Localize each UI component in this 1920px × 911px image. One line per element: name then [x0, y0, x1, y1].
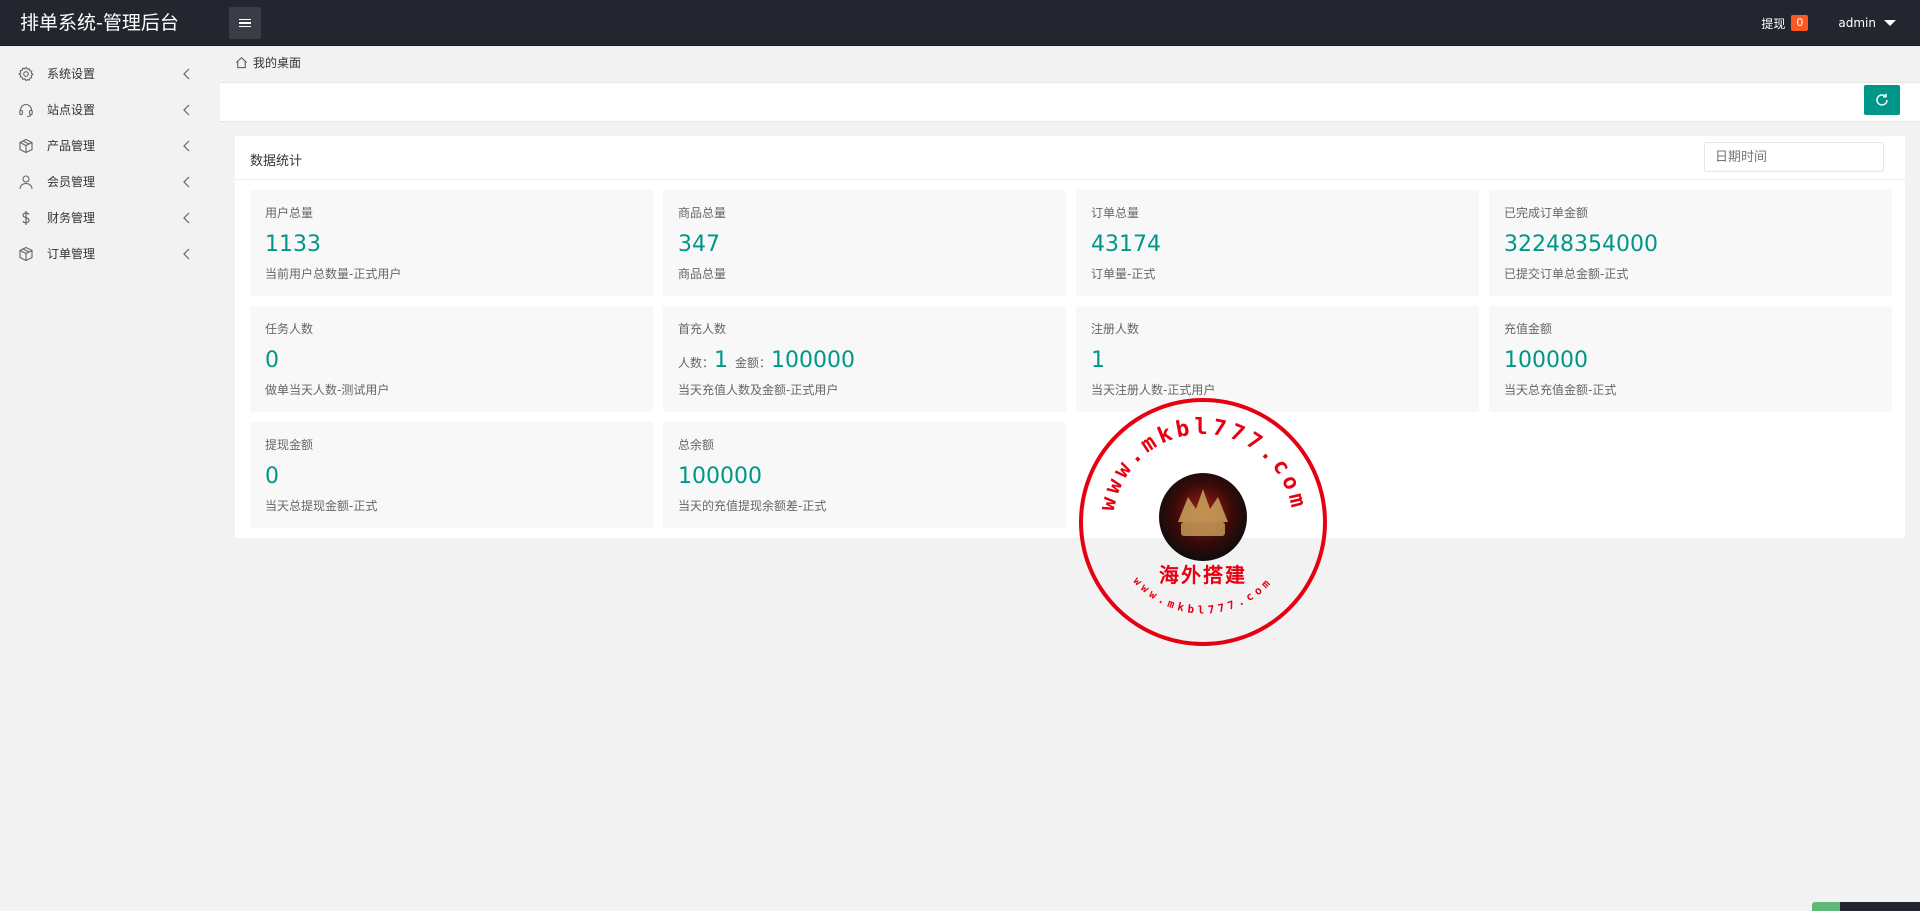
breadcrumb: 我的桌面	[235, 54, 301, 71]
caret-down-icon	[1884, 20, 1896, 26]
headset-icon	[18, 102, 34, 118]
stat-card-total-balance: 总余额 100000 当天的充值提现余额差-正式	[663, 422, 1066, 528]
sidebar-item-system-settings[interactable]: 系统设置	[0, 56, 220, 92]
stat-card-value: 32248354000	[1504, 232, 1658, 257]
stat-card-total-products: 商品总量 347 商品总量	[663, 190, 1066, 296]
stat-card-desc: 已提交订单总金额-正式	[1504, 267, 1629, 281]
box-icon	[18, 246, 34, 262]
stat-card-desc: 当天总充值金额-正式	[1504, 383, 1617, 397]
stat-card-desc: 当天注册人数-正式用户	[1091, 383, 1216, 397]
sidebar-item-label: 站点设置	[47, 103, 96, 117]
stat-card-title: 用户总量	[265, 206, 314, 220]
stat-card-value: 1	[1091, 348, 1105, 373]
user-icon	[18, 174, 34, 190]
chevron-left-icon	[182, 248, 192, 260]
watermark-text: 海外搭建	[1159, 563, 1247, 587]
stat-card-desc: 订单量-正式	[1091, 267, 1156, 281]
app-logo: 排单系统-管理后台	[20, 12, 179, 34]
people-value: 1	[714, 348, 729, 373]
corner-bar	[1840, 902, 1920, 911]
refresh-icon	[1876, 93, 1888, 106]
breadcrumb-current[interactable]: 我的桌面	[253, 54, 301, 71]
sidebar-item-label: 产品管理	[47, 139, 96, 153]
panel-header: 数据统计	[235, 136, 1905, 180]
sidebar-item-label: 会员管理	[47, 175, 96, 189]
stat-card-value: 100000	[678, 464, 762, 489]
sidebar: 系统设置 站点设置 产品管理 会员管理 财务管理 订单管理	[0, 46, 220, 911]
top-header: 排单系统-管理后台 提现 0 admin	[0, 0, 1920, 46]
menu-toggle-button[interactable]	[229, 7, 261, 39]
stat-card-value: 0	[265, 348, 279, 373]
stats-panel: 数据统计 用户总量 1133 当前用户总数量-正式用户 商品总量 347 商品总…	[235, 136, 1905, 538]
stat-card-title: 充值金额	[1504, 322, 1553, 336]
home-icon	[235, 56, 248, 69]
stat-card-total-users: 用户总量 1133 当前用户总数量-正式用户	[250, 190, 653, 296]
amount-value: 100000	[771, 348, 856, 373]
stat-card-recharge-amount: 充值金额 100000 当天总充值金额-正式	[1489, 306, 1892, 412]
chevron-left-icon	[182, 212, 192, 224]
toolbar	[220, 82, 1920, 122]
user-menu[interactable]: admin	[1838, 16, 1896, 30]
stat-card-title: 首充人数	[678, 322, 727, 336]
stat-card-desc: 当天总提现金额-正式	[265, 499, 378, 513]
stat-card-completed-order-amount: 已完成订单金额 32248354000 已提交订单总金额-正式	[1489, 190, 1892, 296]
chevron-left-icon	[182, 176, 192, 188]
sidebar-item-finance-management[interactable]: 财务管理	[0, 200, 220, 236]
corner-tab	[1812, 902, 1840, 911]
sidebar-item-site-settings[interactable]: 站点设置	[0, 92, 220, 128]
sidebar-item-order-management[interactable]: 订单管理	[0, 236, 220, 272]
sidebar-item-label: 订单管理	[47, 247, 96, 261]
panel-title: 数据统计	[250, 154, 303, 169]
stat-card-title: 商品总量	[678, 206, 727, 220]
refresh-button[interactable]	[1864, 85, 1900, 115]
box-icon	[18, 138, 34, 154]
stat-card-desc: 当天的充值提现余额差-正式	[678, 499, 827, 513]
stat-card-desc: 当天充值人数及金额-正式用户	[678, 383, 839, 397]
header-actions: 提现 0 admin	[1761, 0, 1896, 46]
stat-card-value: 1133	[265, 232, 321, 257]
stat-card-desc: 做单当天人数-测试用户	[265, 383, 390, 397]
stat-card-value: 0	[265, 464, 279, 489]
stat-card-task-people: 任务人数 0 做单当天人数-测试用户	[250, 306, 653, 412]
stat-card-title: 任务人数	[265, 322, 314, 336]
withdraw-link[interactable]: 提现 0	[1761, 15, 1809, 32]
user-name: admin	[1838, 16, 1876, 30]
stat-card-title: 注册人数	[1091, 322, 1140, 336]
chevron-left-icon	[182, 140, 192, 152]
gear-icon	[18, 66, 34, 82]
stat-card-desc: 当前用户总数量-正式用户	[265, 267, 402, 281]
stat-card-value: 43174	[1091, 232, 1161, 257]
stat-card-title: 已完成订单金额	[1504, 206, 1589, 220]
dollar-icon	[18, 210, 34, 226]
sidebar-item-label: 财务管理	[47, 211, 96, 225]
stat-card-first-recharge: 首充人数 人数：1 金额：100000 当天充值人数及金额-正式用户	[663, 306, 1066, 412]
stat-card-value: 人数：1 金额：100000	[678, 346, 855, 378]
hamburger-icon	[239, 18, 251, 21]
amount-label: 金额：	[735, 356, 772, 370]
chevron-left-icon	[182, 68, 192, 80]
stat-card-title: 提现金额	[265, 438, 314, 452]
stat-card-total-orders: 订单总量 43174 订单量-正式	[1076, 190, 1479, 296]
sidebar-item-product-management[interactable]: 产品管理	[0, 128, 220, 164]
stat-card-desc: 商品总量	[678, 267, 727, 281]
stat-card-title: 订单总量	[1091, 206, 1140, 220]
date-time-input[interactable]	[1704, 142, 1884, 172]
sidebar-item-label: 系统设置	[47, 67, 96, 81]
people-label: 人数：	[678, 356, 715, 370]
stat-card-value: 100000	[1504, 348, 1588, 373]
watermark-stamp: www.mkbl777.com 海外搭建 www.mkbl777.com	[1078, 397, 1328, 647]
stat-card-value: 347	[678, 232, 720, 257]
stat-card-title: 总余额	[678, 438, 715, 452]
stat-card-withdraw-amount: 提现金额 0 当天总提现金额-正式	[250, 422, 653, 528]
withdraw-label: 提现	[1761, 16, 1786, 31]
withdraw-count-badge: 0	[1791, 15, 1809, 31]
sidebar-item-member-management[interactable]: 会员管理	[0, 164, 220, 200]
chevron-left-icon	[182, 104, 192, 116]
